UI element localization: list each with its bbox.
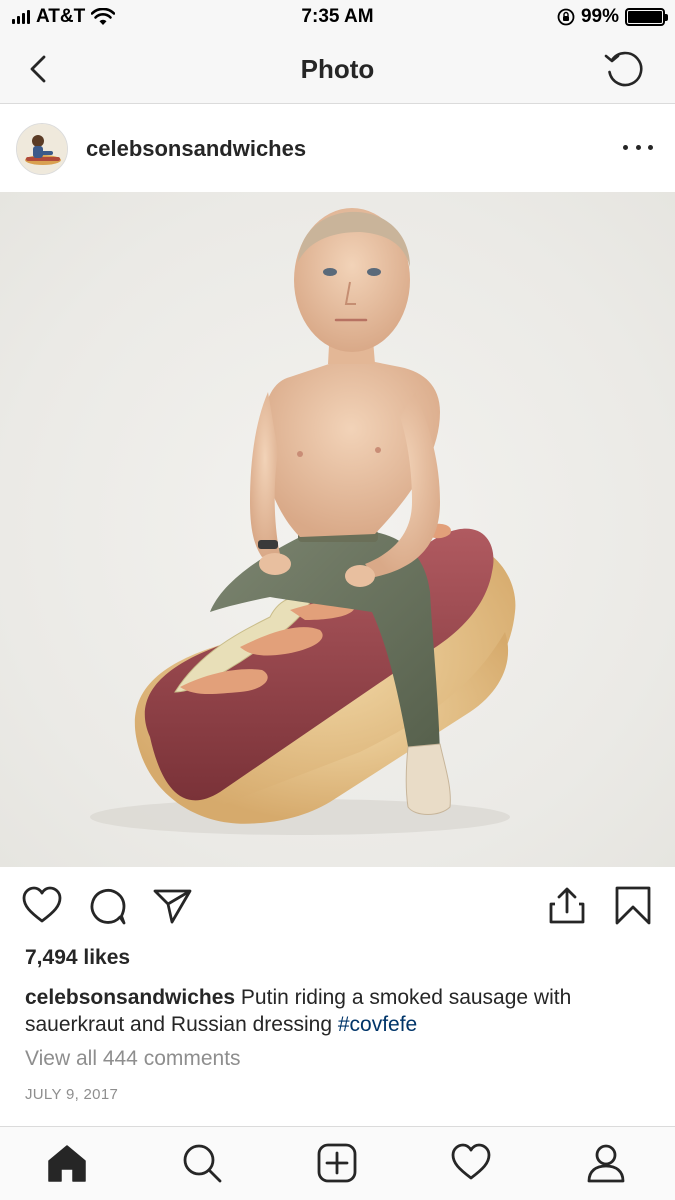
comment-icon[interactable]	[86, 884, 130, 928]
share-icon[interactable]	[150, 884, 194, 928]
caption-username[interactable]: celebsonsandwiches	[25, 986, 235, 1009]
heart-icon[interactable]	[20, 884, 64, 928]
post-image[interactable]	[0, 192, 675, 867]
battery-icon	[625, 8, 668, 26]
home-icon[interactable]	[45, 1141, 89, 1185]
page-title: Photo	[300, 54, 375, 84]
post-actions	[0, 868, 675, 948]
avatar-image	[17, 124, 67, 174]
nav-header: Photo	[0, 36, 675, 104]
battery-level	[628, 11, 662, 23]
bookmark-icon[interactable]	[611, 884, 655, 928]
refresh-icon[interactable]	[603, 48, 645, 90]
post-date: JULY 9, 2017	[25, 1086, 119, 1103]
tab-bar	[0, 1126, 675, 1200]
view-comments-link[interactable]: View all 444 comments	[25, 1047, 241, 1071]
status-right: 99%	[557, 6, 668, 28]
profile-icon[interactable]	[584, 1141, 628, 1185]
post-illustration	[90, 208, 516, 835]
caption-hashtag[interactable]: #covfefe	[338, 1013, 417, 1036]
more-horizontal-icon[interactable]	[623, 135, 653, 159]
post-caption: celebsonsandwiches Putin riding a smoked…	[25, 984, 650, 1038]
activity-heart-icon[interactable]	[449, 1141, 493, 1185]
instagram-photo-screen: AT&T 7:35 AM 99% Photo celebsonsandwiche…	[0, 0, 675, 1200]
status-bar: AT&T 7:35 AM 99%	[0, 0, 675, 36]
like-count[interactable]: 7,494 likes	[25, 946, 130, 970]
post-username[interactable]: celebsonsandwiches	[86, 136, 306, 162]
add-post-icon[interactable]	[315, 1141, 359, 1185]
avatar[interactable]	[16, 123, 68, 175]
upload-icon[interactable]	[545, 884, 589, 928]
search-icon[interactable]	[180, 1141, 224, 1185]
rotation-lock-icon	[557, 8, 575, 26]
battery-percent: 99%	[580, 6, 619, 27]
post-header: celebsonsandwiches	[0, 105, 675, 192]
